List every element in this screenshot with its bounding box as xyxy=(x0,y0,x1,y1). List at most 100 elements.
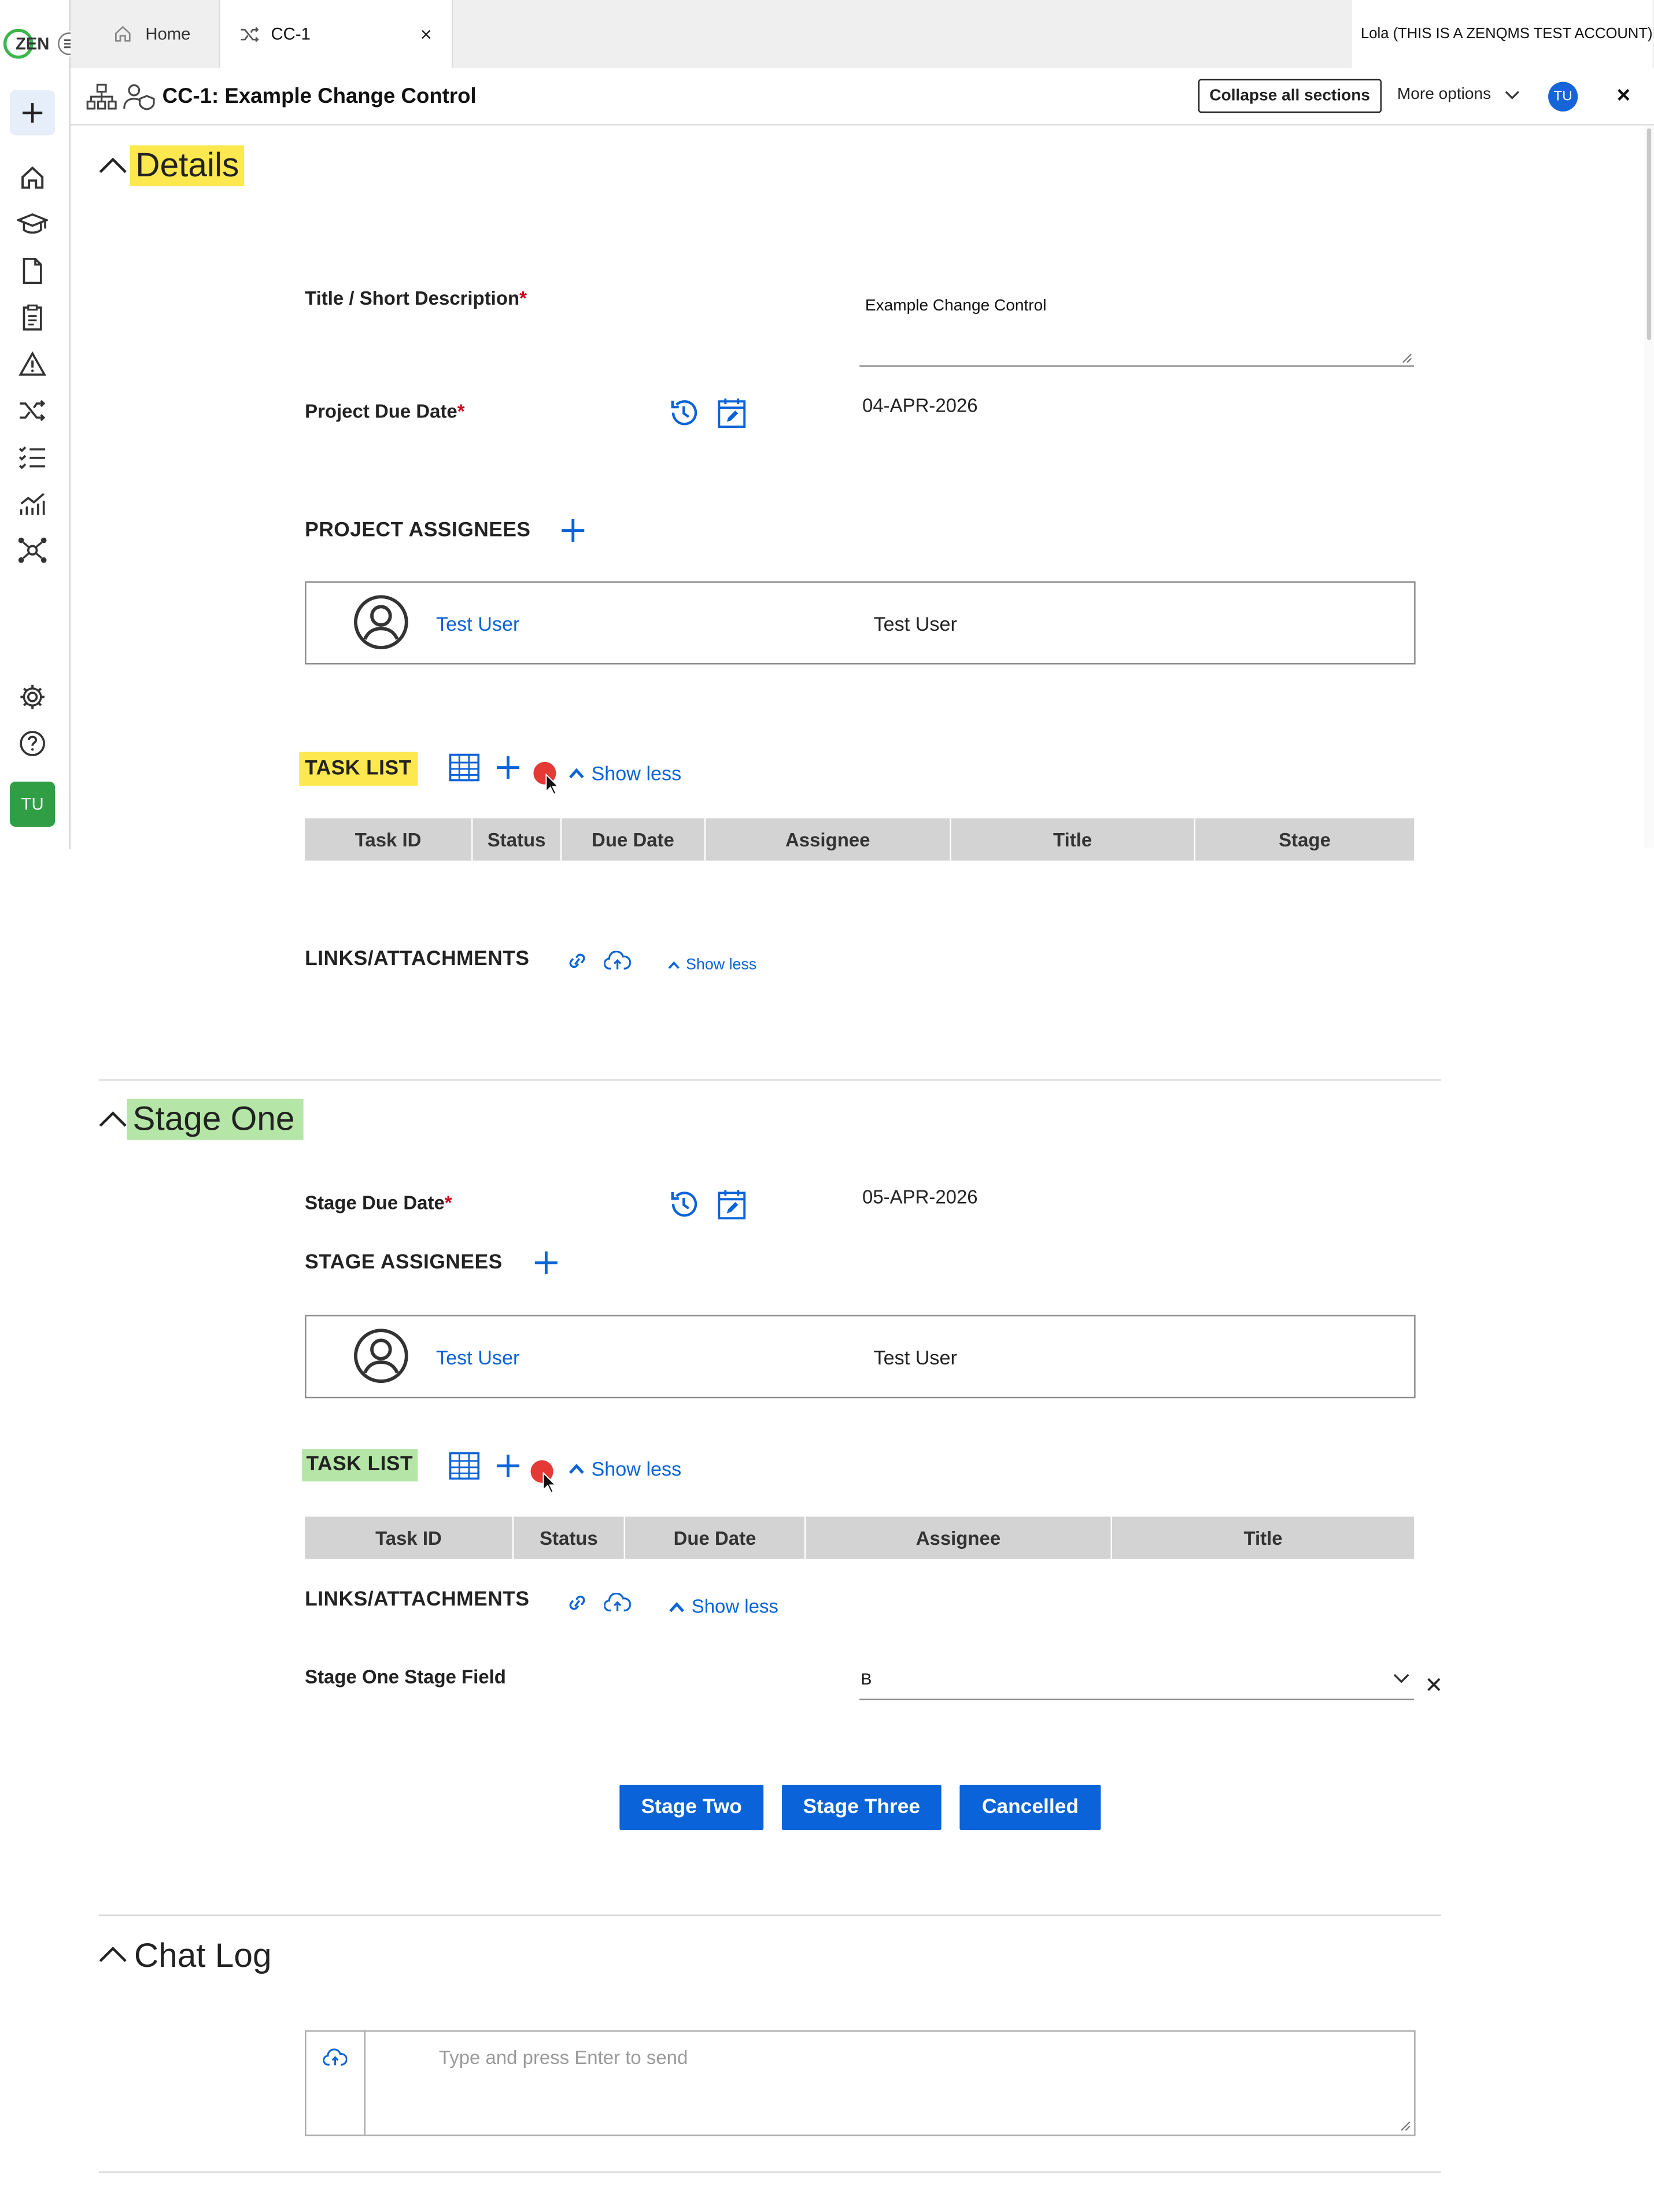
project-assignee-card: Test User Test User xyxy=(305,581,1416,665)
chat-message-input[interactable]: Type and press Enter to send xyxy=(365,2032,1414,2135)
mouse-cursor-icon xyxy=(545,773,559,796)
links-show-less-toggle[interactable]: Show less xyxy=(667,957,756,974)
history-icon[interactable] xyxy=(667,1188,700,1220)
stage-assignee-name: Test User xyxy=(873,1346,957,1369)
cancelled-button[interactable]: Cancelled xyxy=(959,1784,1101,1830)
resize-handle-icon[interactable] xyxy=(1400,2121,1412,2132)
user-avatar-icon xyxy=(353,594,409,650)
close-record-icon[interactable]: ✕ xyxy=(1616,84,1631,107)
link-icon[interactable] xyxy=(564,1593,590,1612)
col-stage[interactable]: Stage xyxy=(1194,818,1415,861)
col-due-date[interactable]: Due Date xyxy=(561,818,706,861)
hierarchy-icon[interactable] xyxy=(86,83,117,110)
col-due-date[interactable]: Due Date xyxy=(624,1516,806,1559)
link-icon[interactable] xyxy=(564,951,590,971)
col-task-id[interactable]: Task ID xyxy=(305,1516,514,1559)
stage-three-button[interactable]: Stage Three xyxy=(781,1784,942,1830)
stage-one-collapse-chevron-icon[interactable] xyxy=(99,1109,127,1129)
col-assignee[interactable]: Assignee xyxy=(805,1516,1112,1559)
required-marker: * xyxy=(457,401,465,422)
close-tab-icon[interactable]: × xyxy=(420,23,432,45)
calendar-edit-icon[interactable] xyxy=(717,397,747,429)
home-icon[interactable] xyxy=(17,162,48,194)
table-header-row: Task ID Status Due Date Assignee Title xyxy=(305,1516,1415,1559)
col-status[interactable]: Status xyxy=(513,1516,626,1559)
col-title[interactable]: Title xyxy=(1111,1516,1415,1559)
links-attachments-label: LINKS/ATTACHMENTS xyxy=(305,948,530,971)
help-icon[interactable] xyxy=(17,728,48,759)
details-task-table: Task ID Status Due Date Assignee Title S… xyxy=(305,818,1415,861)
stage-assignee-link[interactable]: Test User xyxy=(436,1346,519,1368)
user-avatar-icon xyxy=(353,1327,409,1384)
cloud-upload-icon[interactable] xyxy=(604,950,631,971)
table-view-icon[interactable] xyxy=(449,1452,480,1480)
home-icon xyxy=(113,24,132,43)
sidebar: ZEN TU xyxy=(0,0,82,850)
account-name[interactable]: Lola (THIS IS A ZENQMS TEST ACCOUNT) xyxy=(1352,0,1653,68)
required-marker: * xyxy=(444,1192,452,1214)
clear-field-icon[interactable] xyxy=(1427,1678,1441,1692)
tab-home-label: Home xyxy=(145,24,191,44)
project-assignee-name: Test User xyxy=(873,612,957,635)
col-title[interactable]: Title xyxy=(950,818,1195,861)
col-status[interactable]: Status xyxy=(472,818,562,861)
project-due-date-value[interactable]: 04-APR-2026 xyxy=(862,395,978,416)
chevron-up-icon xyxy=(569,768,584,779)
user-permissions-icon[interactable] xyxy=(123,83,157,110)
scrollbar[interactable] xyxy=(1644,125,1654,848)
zen-logo[interactable]: ZEN xyxy=(3,27,51,61)
cloud-upload-icon[interactable] xyxy=(604,1593,631,1612)
stage-assignees-label: STAGE ASSIGNEES xyxy=(305,1251,503,1274)
add-stage-assignee-button[interactable] xyxy=(533,1250,559,1275)
checklist-icon[interactable] xyxy=(17,442,48,473)
training-cap-icon[interactable] xyxy=(17,209,48,240)
task-list-show-less-toggle[interactable]: Show less xyxy=(568,762,681,785)
collapse-all-sections-button[interactable]: Collapse all sections xyxy=(1198,79,1382,113)
change-control-icon xyxy=(240,25,260,43)
stage-one-field-label: Stage One Stage Field xyxy=(305,1666,506,1688)
more-options-dropdown[interactable]: More options xyxy=(1397,86,1520,103)
resize-handle-icon[interactable] xyxy=(1401,353,1413,364)
create-new-button[interactable] xyxy=(10,90,56,136)
stage-two-button[interactable]: Stage Two xyxy=(619,1784,764,1830)
stage-due-date-value[interactable]: 05-APR-2026 xyxy=(862,1186,978,1208)
analytics-icon[interactable] xyxy=(17,488,48,519)
stage-one-field-select[interactable]: B xyxy=(859,1665,1415,1700)
settings-gear-icon[interactable] xyxy=(17,682,48,713)
change-control-icon[interactable] xyxy=(17,395,48,426)
warning-icon[interactable] xyxy=(17,349,48,380)
history-icon[interactable] xyxy=(667,397,700,429)
stage-task-list-show-less-toggle[interactable]: Show less xyxy=(568,1458,681,1480)
scrollbar-thumb[interactable] xyxy=(1646,128,1652,341)
required-marker: * xyxy=(519,287,527,309)
document-icon[interactable] xyxy=(17,256,48,287)
project-assignee-link[interactable]: Test User xyxy=(436,612,519,635)
table-view-icon[interactable] xyxy=(449,753,480,782)
chat-upload-cell[interactable] xyxy=(307,2032,366,2135)
chevron-up-icon xyxy=(569,1463,584,1474)
section-divider xyxy=(98,1914,1441,1916)
network-icon[interactable] xyxy=(17,535,48,566)
chat-log-collapse-chevron-icon[interactable] xyxy=(99,1944,127,1964)
chevron-down-icon[interactable] xyxy=(1393,1673,1410,1685)
col-task-id[interactable]: Task ID xyxy=(305,818,473,861)
details-section-title[interactable]: Details xyxy=(130,145,245,187)
tab-cc-1[interactable]: CC-1 × xyxy=(219,0,453,68)
tab-cc-1-label: CC-1 xyxy=(271,24,311,44)
stage-task-list-label: TASK LIST xyxy=(302,1449,418,1482)
add-project-assignee-button[interactable] xyxy=(560,518,586,543)
cloud-upload-icon xyxy=(323,2048,348,2066)
chat-log-section-title[interactable]: Chat Log xyxy=(134,1936,272,1977)
add-stage-task-button[interactable] xyxy=(496,1453,521,1479)
user-avatar[interactable]: TU xyxy=(10,781,56,827)
title-textarea[interactable]: Example Change Control xyxy=(859,288,1415,367)
stage-assignee-card: Test User Test User xyxy=(305,1315,1416,1399)
stage-one-section-title[interactable]: Stage One xyxy=(127,1098,304,1140)
col-assignee[interactable]: Assignee xyxy=(704,818,951,861)
details-collapse-chevron-icon[interactable] xyxy=(99,155,127,175)
stage-links-show-less-toggle[interactable]: Show less xyxy=(669,1596,778,1617)
header-avatar[interactable]: TU xyxy=(1548,82,1578,112)
add-task-button[interactable] xyxy=(496,755,521,781)
calendar-edit-icon[interactable] xyxy=(717,1188,747,1220)
clipboard-icon[interactable] xyxy=(17,302,48,333)
